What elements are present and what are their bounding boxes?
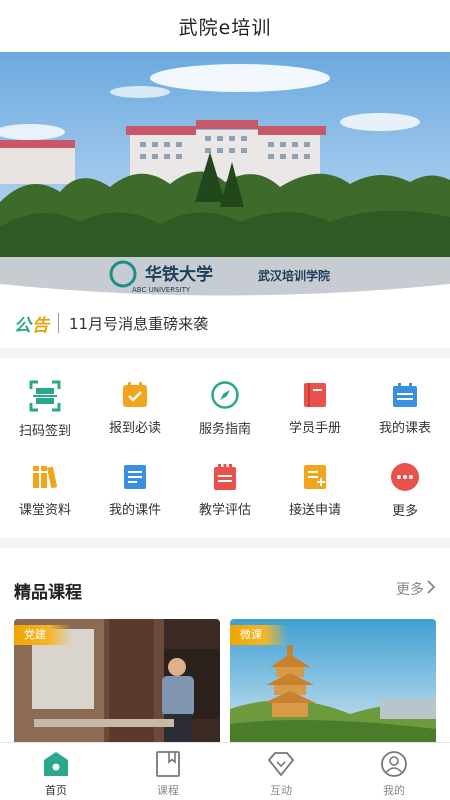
course-badge: 微课 xyxy=(230,625,288,645)
document-icon xyxy=(118,462,152,491)
scan-icon xyxy=(28,380,62,412)
bottom-tab-bar: 首页 课程 互动 我的 xyxy=(0,742,450,800)
grid-item-evaluation[interactable]: 教学评估 xyxy=(180,440,270,518)
more-icon xyxy=(388,462,422,492)
chevron-right-icon xyxy=(427,580,436,598)
home-icon xyxy=(44,752,68,776)
more-courses-link[interactable]: 更多 xyxy=(396,579,436,599)
svg-text:武汉培训学院: 武汉培训学院 xyxy=(258,268,330,283)
course-badge: 党建 xyxy=(14,625,72,645)
grid-item-materials[interactable]: 课堂资料 xyxy=(0,440,90,518)
tab-courses[interactable]: 课程 xyxy=(112,743,224,800)
function-grid: 扫码签到 报到必读 服务指南 学员手册 我的课表 课堂资料 我的课件 教学评估 … xyxy=(0,358,450,538)
banner-seal-text: 华铁大学 xyxy=(145,264,213,285)
page-title: 武院e培训 xyxy=(178,16,272,39)
grid-item-pickup[interactable]: 接送申请 xyxy=(270,440,360,518)
calendar-check-icon xyxy=(118,380,152,409)
clipboard-icon xyxy=(208,462,242,491)
featured-courses: 精品课程 更多 党建 微课 xyxy=(0,548,450,742)
application-icon xyxy=(298,462,332,491)
tab-profile[interactable]: 我的 xyxy=(338,743,450,800)
notice-bar[interactable]: 公告 11月号消息重磅来袭 xyxy=(0,298,450,348)
tab-home[interactable]: 首页 xyxy=(0,743,112,800)
course-card[interactable]: 微课 xyxy=(230,619,436,742)
title-bar: 武院e培训 xyxy=(0,0,450,52)
banner-carousel[interactable]: 华铁大学 武汉培训学院 ABC UNIVERSITY xyxy=(0,52,450,298)
profile-icon xyxy=(381,751,407,777)
section-title: 精品课程 xyxy=(14,583,82,603)
course-icon xyxy=(156,751,180,777)
notice-divider xyxy=(58,313,59,333)
notice-tag: 公告 xyxy=(14,315,50,336)
book-icon xyxy=(298,380,332,409)
grid-item-schedule[interactable]: 我的课表 xyxy=(360,358,450,436)
compass-icon xyxy=(208,380,242,410)
app-screen: 武院e培训 华铁大学 武汉培训学院 ABC UNIVERSITY 公告 11月号… xyxy=(0,0,450,800)
tab-interact[interactable]: 互动 xyxy=(225,743,337,800)
grid-item-guide[interactable]: 服务指南 xyxy=(180,358,270,437)
notice-message[interactable]: 11月号消息重磅来袭 xyxy=(69,313,208,334)
grid-item-scan[interactable]: 扫码签到 xyxy=(0,358,90,439)
grid-item-more[interactable]: 更多 xyxy=(360,440,450,519)
grid-item-checkin[interactable]: 报到必读 xyxy=(90,358,180,436)
books-icon xyxy=(28,462,62,491)
course-card[interactable]: 党建 xyxy=(14,619,220,742)
grid-item-handbook[interactable]: 学员手册 xyxy=(270,358,360,436)
banner-image: 华铁大学 武汉培训学院 ABC UNIVERSITY xyxy=(0,52,450,298)
schedule-icon xyxy=(388,380,422,409)
interact-icon xyxy=(267,752,295,777)
grid-item-courseware[interactable]: 我的课件 xyxy=(90,440,180,518)
banner-logo-text: ABC UNIVERSITY xyxy=(132,286,191,294)
